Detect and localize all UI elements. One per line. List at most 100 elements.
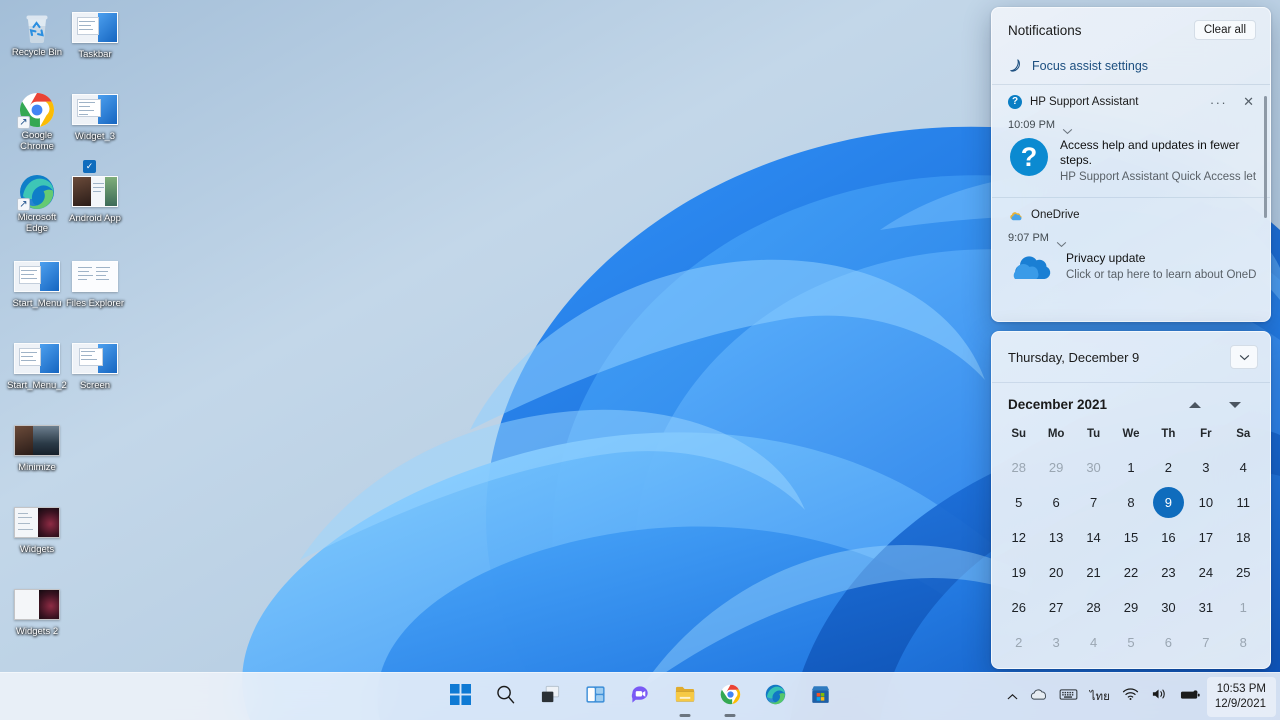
desktop-icon-screen[interactable]: Screen (64, 341, 126, 391)
calendar-day[interactable]: 13 (1037, 520, 1074, 555)
calendar-day[interactable]: 7 (1075, 485, 1112, 520)
notification-center-panel[interactable]: Notifications Clear all Focus assist set… (991, 7, 1271, 322)
store-button[interactable] (803, 680, 837, 714)
calendar-day[interactable]: 3 (1037, 625, 1074, 660)
desktop-icon-widget-3[interactable]: Widget_3 (64, 92, 126, 142)
calendar-day[interactable]: 31 (1187, 590, 1224, 625)
calendar-day[interactable]: 11 (1225, 485, 1262, 520)
calendar-day[interactable]: 25 (1225, 555, 1262, 590)
taskbar[interactable]: ไทย 10:53 PM 12/9/2021 (0, 672, 1280, 720)
calendar-day[interactable]: 1 (1225, 590, 1262, 625)
calendar-date-string: Thursday, December 9 (1008, 349, 1140, 365)
calendar-day[interactable]: 8 (1112, 485, 1149, 520)
desktop-icon-google-chrome[interactable]: ↗ Google Chrome (6, 92, 68, 152)
calendar-day[interactable]: 5 (1000, 485, 1037, 520)
calendar-day[interactable]: 30 (1150, 590, 1187, 625)
chrome-button[interactable] (713, 680, 747, 717)
calendar-day[interactable]: 6 (1150, 625, 1187, 660)
calendar-day[interactable]: 1 (1112, 450, 1149, 485)
notification-time-row[interactable]: 9:07 PM (992, 228, 1270, 251)
notification-item[interactable]: OneDrive ··· ✕ 9:07 PM Privacy upd (992, 198, 1270, 295)
calendar-day[interactable]: 6 (1037, 485, 1074, 520)
clear-all-button[interactable]: Clear all (1193, 20, 1256, 40)
calendar-day[interactable]: 2 (1000, 625, 1037, 660)
calendar-day[interactable]: 2 (1150, 450, 1187, 485)
calendar-day[interactable]: 18 (1225, 520, 1262, 555)
calendar-day-name: Fr (1200, 428, 1212, 440)
calendar-day[interactable]: 30 (1075, 450, 1112, 485)
file-explorer-button[interactable] (668, 680, 702, 717)
chat-button[interactable] (623, 680, 657, 714)
widgets-button[interactable] (578, 680, 612, 714)
clock-button[interactable]: 10:53 PM 12/9/2021 (1206, 676, 1276, 717)
calendar-day[interactable]: 29 (1037, 450, 1074, 485)
calendar-day[interactable]: 27 (1037, 590, 1074, 625)
tray-overflow-button[interactable] (1001, 680, 1024, 714)
start-button[interactable] (443, 680, 477, 714)
desktop-icon-start-menu[interactable]: Start_Menu (6, 259, 68, 309)
calendar-day[interactable]: 26 (1000, 590, 1037, 625)
desktop-icon-widgets-2[interactable]: Widgets 2 (6, 587, 68, 637)
calendar-next-button[interactable] (1228, 398, 1242, 412)
calendar-day[interactable]: 4 (1075, 625, 1112, 660)
notification-item[interactable]: HP Support Assistant ··· ✕ 10:09 PM ? Ac… (992, 85, 1270, 197)
calendar-day[interactable]: 22 (1112, 555, 1149, 590)
desktop-icon-start-menu-2[interactable]: Start_Menu_2 (6, 341, 68, 391)
touch-keyboard-button[interactable] (1053, 680, 1084, 714)
desktop-icon-android-app[interactable]: ✓ Android App (64, 160, 126, 224)
chevron-down-icon[interactable] (1056, 235, 1067, 247)
calendar-day[interactable]: 7 (1187, 625, 1224, 660)
battery-button[interactable] (1174, 680, 1207, 714)
calendar-day[interactable]: 8 (1225, 625, 1262, 660)
search-button[interactable] (488, 680, 522, 714)
calendar-day[interactable]: 21 (1075, 555, 1112, 590)
calendar-month-label[interactable]: December 2021 (1008, 397, 1107, 412)
calendar-panel[interactable]: Thursday, December 9 December 2021 Su Mo… (991, 331, 1271, 669)
calendar-day[interactable]: 12 (1000, 520, 1037, 555)
calendar-day[interactable]: 10 (1187, 485, 1224, 520)
calendar-day[interactable]: 28 (1075, 590, 1112, 625)
calendar-day[interactable]: 19 (1000, 555, 1037, 590)
chevron-down-icon[interactable] (1062, 122, 1073, 134)
calendar-day[interactable]: 15 (1112, 520, 1149, 555)
calendar-day[interactable]: 29 (1112, 590, 1149, 625)
calendar-day[interactable]: 16 (1150, 520, 1187, 555)
selection-checkbox[interactable]: ✓ (83, 160, 96, 173)
notification-time: 10:09 PM (1008, 119, 1056, 131)
calendar-prev-button[interactable] (1188, 398, 1202, 412)
task-view-button[interactable] (533, 680, 567, 714)
edge-button[interactable] (758, 680, 792, 714)
desktop-icon-minimize[interactable]: Minimize (6, 423, 68, 473)
language-indicator-button[interactable]: ไทย (1084, 680, 1116, 714)
desktop-icon-microsoft-edge[interactable]: ↗ Microsoft Edge (6, 174, 68, 234)
calendar-day[interactable]: 28 (1000, 450, 1037, 485)
calendar-day-value: 16 (1161, 530, 1176, 545)
focus-assist-settings-label[interactable]: Focus assist settings (1032, 59, 1148, 73)
desktop-icon-widgets[interactable]: Widgets (6, 505, 68, 555)
calendar-day[interactable]: 20 (1037, 555, 1074, 590)
notification-close-button[interactable]: ✕ (1241, 94, 1256, 110)
calendar-day-today[interactable]: 9 (1150, 485, 1187, 520)
calendar-day[interactable]: 14 (1075, 520, 1112, 555)
widget3-thumb-icon (72, 94, 118, 128)
notification-scrollbar[interactable] (1264, 96, 1267, 218)
desktop-icon-files-explorer[interactable]: Files Explorer (64, 259, 126, 309)
wifi-button[interactable] (1116, 680, 1145, 714)
focus-assist-settings-row[interactable]: Focus assist settings (992, 50, 1270, 85)
volume-button[interactable] (1145, 680, 1174, 714)
desktop[interactable]: Recycle Bin Taskbar ↗ Google Chrome Widg… (0, 0, 1280, 720)
calendar-day[interactable]: 4 (1225, 450, 1262, 485)
calendar-day[interactable]: 23 (1150, 555, 1187, 590)
calendar-day[interactable]: 3 (1187, 450, 1224, 485)
notification-time-row[interactable]: 10:09 PM (992, 115, 1270, 138)
calendar-day[interactable]: 5 (1112, 625, 1149, 660)
calendar-expand-button[interactable] (1230, 345, 1258, 369)
onedrive-tray-button[interactable] (1024, 680, 1053, 714)
notification-more-button[interactable]: ··· (1204, 95, 1233, 110)
start-menu-thumb-icon (14, 261, 60, 295)
files-explorer-thumb-icon (72, 261, 118, 295)
desktop-icon-recycle-bin[interactable]: Recycle Bin (6, 10, 68, 58)
calendar-day[interactable]: 24 (1187, 555, 1224, 590)
calendar-day[interactable]: 17 (1187, 520, 1224, 555)
desktop-icon-taskbar[interactable]: Taskbar (64, 10, 126, 60)
